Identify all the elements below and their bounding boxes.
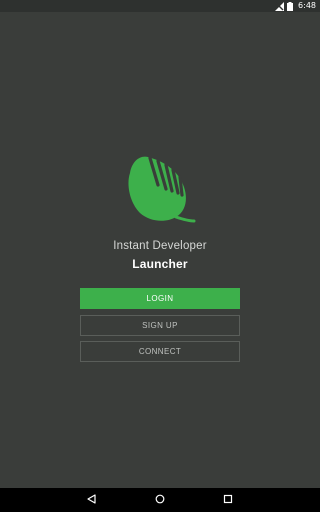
connect-button[interactable]: CONNECT — [80, 341, 240, 362]
status-bar: 6:48 — [0, 0, 320, 12]
recents-icon — [223, 491, 233, 509]
back-button[interactable] — [80, 488, 104, 512]
login-button[interactable]: LOGIN — [80, 288, 240, 309]
status-time: 6:48 — [298, 1, 316, 10]
launcher-screen: 6:48 Instant Developer Launcher LOGIN SI… — [0, 0, 320, 512]
home-button[interactable] — [148, 488, 172, 512]
home-icon — [155, 491, 165, 509]
app-subtitle: Instant Developer — [113, 240, 207, 252]
signup-button[interactable]: SIGN UP — [80, 315, 240, 336]
recents-button[interactable] — [216, 488, 240, 512]
signal-muted-icon — [275, 1, 285, 11]
back-icon — [87, 491, 97, 509]
battery-icon — [287, 1, 294, 11]
navigation-bar — [0, 488, 320, 512]
app-title: Launcher — [132, 257, 188, 271]
leaf-logo-icon — [124, 155, 196, 227]
